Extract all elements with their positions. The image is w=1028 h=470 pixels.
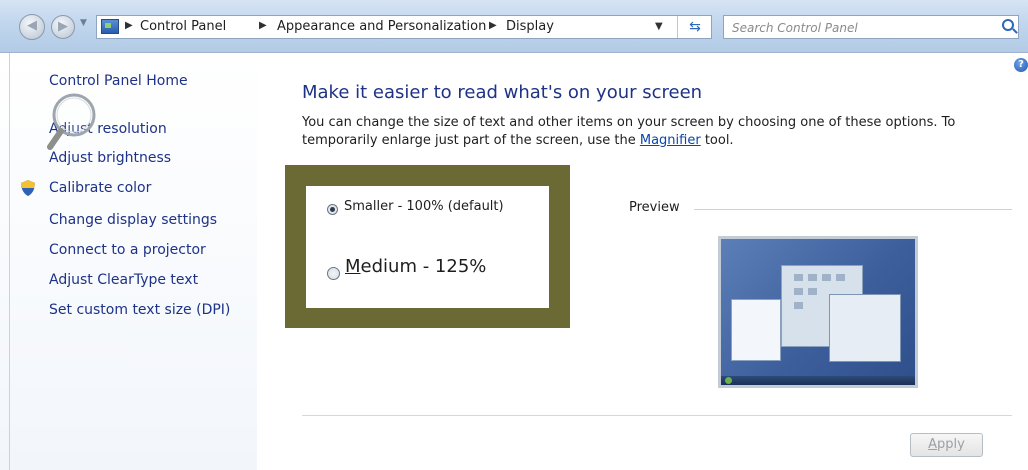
page-description: You can change the size of text and othe… (302, 114, 1012, 150)
sidebar-item-adjust-resolution[interactable]: Adjust resolution (49, 121, 167, 137)
preview-divider (694, 209, 1012, 210)
address-dropdown-icon[interactable]: ▼ (655, 21, 663, 32)
smaller-100-radio[interactable] (327, 204, 338, 215)
recent-pages-dropdown-icon[interactable]: ▼ (80, 18, 87, 28)
page-title: Make it easier to read what's on your sc… (302, 82, 703, 103)
apply-button[interactable]: Apply (910, 433, 983, 457)
text-size-options: Smaller - 100% (default) Medium - 125% (306, 186, 549, 308)
sidebar-item-calibrate-color[interactable]: Calibrate color (49, 180, 151, 196)
preview-start-icon (725, 377, 732, 384)
description-text-end: tool. (700, 133, 734, 148)
refresh-button[interactable]: ⇆ (677, 16, 712, 38)
breadcrumb-separator-icon[interactable]: ▶ (125, 20, 133, 31)
magnifier-cursor-icon (47, 93, 96, 150)
preview-window (829, 294, 901, 362)
address-toolbar: ◀ ▶ ▼ ▶ Control Panel ▶ Appearance and P… (0, 0, 1028, 53)
address-bar[interactable]: ▶ Control Panel ▶ Appearance and Persona… (96, 15, 712, 39)
apply-label: pply (937, 437, 965, 452)
breadcrumb-appearance[interactable]: Appearance and Personalization (277, 19, 486, 34)
description-text: You can change the size of text and othe… (302, 115, 956, 148)
shield-icon (21, 180, 35, 196)
back-button[interactable]: ◀ (19, 14, 45, 40)
sidebar-item-control-panel-home[interactable]: Control Panel Home (49, 73, 188, 89)
preview-tile (836, 274, 845, 281)
sidebar-item-change-display-settings[interactable]: Change display settings (49, 212, 217, 228)
sidebar-item-adjust-cleartype[interactable]: Adjust ClearType text (49, 272, 198, 288)
back-arrow-icon: ◀ (27, 18, 37, 33)
control-panel-icon (101, 19, 119, 34)
preview-tile (794, 302, 803, 309)
search-icon[interactable] (1002, 19, 1014, 31)
search-box[interactable] (723, 15, 1019, 39)
search-input[interactable] (730, 18, 984, 38)
preview-tile (808, 274, 817, 281)
preview-tile (794, 288, 803, 295)
medium-125-radio[interactable] (327, 267, 340, 280)
sidebar-item-custom-text-size[interactable]: Set custom text size (DPI) (49, 302, 230, 318)
breadcrumb-separator-icon[interactable]: ▶ (489, 20, 497, 31)
pane-divider (9, 53, 10, 470)
breadcrumb-display[interactable]: Display (506, 19, 554, 34)
sidebar-item-adjust-brightness[interactable]: Adjust brightness (49, 150, 171, 166)
preview-taskbar (721, 376, 915, 385)
preview-image (718, 236, 918, 388)
footer-divider (302, 415, 1012, 416)
breadcrumb-separator-icon[interactable]: ▶ (259, 20, 267, 31)
preview-label: Preview (629, 200, 680, 215)
apply-accesskey: A (928, 437, 938, 452)
forward-arrow-icon: ▶ (58, 19, 68, 34)
magnifier-link[interactable]: Magnifier (640, 133, 701, 148)
refresh-icon: ⇆ (689, 19, 701, 35)
forward-button[interactable]: ▶ (51, 15, 75, 39)
medium-125-label-text: edium - 125% (360, 256, 487, 277)
smaller-100-label[interactable]: Smaller - 100% (default) (344, 199, 504, 214)
sidebar-item-connect-projector[interactable]: Connect to a projector (49, 242, 206, 258)
left-task-pane: Control Panel Home Adjust resolution Adj… (0, 53, 257, 470)
preview-tile (808, 288, 817, 295)
breadcrumb-control-panel[interactable]: Control Panel (140, 19, 226, 34)
preview-tile (794, 274, 803, 281)
preview-window (731, 299, 781, 361)
preview-tile (822, 274, 831, 281)
help-icon[interactable]: ? (1014, 58, 1028, 72)
medium-125-accesskey: M (345, 256, 361, 277)
medium-125-label[interactable]: Medium - 125% (345, 256, 486, 277)
